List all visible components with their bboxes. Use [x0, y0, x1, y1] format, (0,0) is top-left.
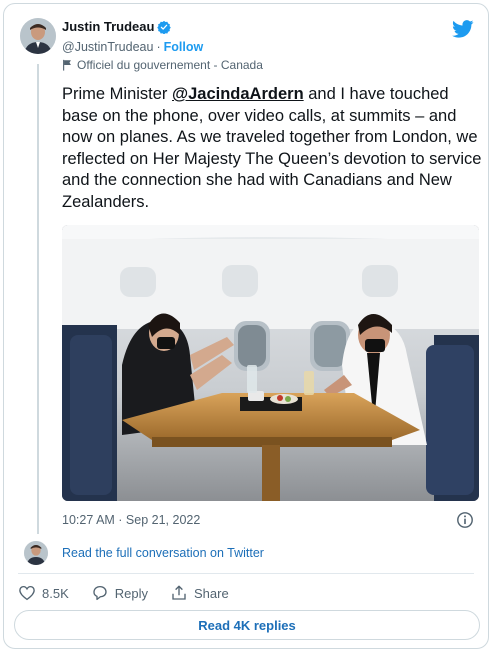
handle-line: @JustinTrudeau · Follow	[62, 40, 203, 54]
verified-badge-icon	[157, 20, 172, 34]
tweet-text: Prime Minister @JacindaArdern and I have…	[62, 84, 482, 213]
reply-label: Reply	[114, 585, 148, 601]
mention-link[interactable]: @JacindaArdern	[172, 85, 304, 103]
tweet-text-after: and I have touched base on the phone, ov…	[62, 85, 482, 211]
government-label-text: Officiel du gouvernement - Canada	[77, 58, 263, 72]
flag-icon	[63, 59, 71, 71]
tweet-timestamp[interactable]: 10:27 AM · Sep 21, 2022	[62, 513, 200, 527]
tweet-photo[interactable]	[62, 225, 479, 501]
follow-button[interactable]: Follow	[164, 40, 204, 54]
author-handle[interactable]: @JustinTrudeau	[62, 40, 153, 54]
action-bar: 8.5K Reply Share	[18, 584, 251, 602]
author-avatar[interactable]	[20, 18, 56, 54]
reply-button[interactable]: Reply	[91, 584, 148, 602]
info-icon[interactable]	[456, 511, 474, 529]
read-replies-button[interactable]: Read 4K replies	[14, 610, 480, 640]
like-count: 8.5K	[42, 585, 69, 601]
tweet-embed-card: Justin Trudeau @JustinTrudeau · Follow Off…	[3, 3, 489, 649]
reply-icon	[93, 585, 107, 601]
tweet-text-before: Prime Minister	[62, 85, 173, 103]
share-icon	[172, 585, 186, 600]
separator-dot: ·	[156, 40, 161, 54]
author-name-text: Justin Trudeau	[62, 19, 155, 34]
divider	[18, 573, 474, 574]
author-small-avatar[interactable]	[24, 541, 48, 565]
thread-connector-line	[37, 64, 39, 534]
like-button[interactable]: 8.5K	[18, 584, 69, 602]
author-name[interactable]: Justin Trudeau	[62, 19, 172, 34]
twitter-bird-icon[interactable]	[452, 20, 474, 38]
government-label: Officiel du gouvernement - Canada	[62, 58, 263, 72]
airplane-cabin-illustration	[62, 225, 479, 501]
heart-icon	[19, 585, 35, 601]
share-button[interactable]: Share	[170, 584, 229, 602]
share-label: Share	[194, 585, 229, 601]
read-full-conversation-link[interactable]: Read the full conversation on Twitter	[62, 546, 264, 560]
